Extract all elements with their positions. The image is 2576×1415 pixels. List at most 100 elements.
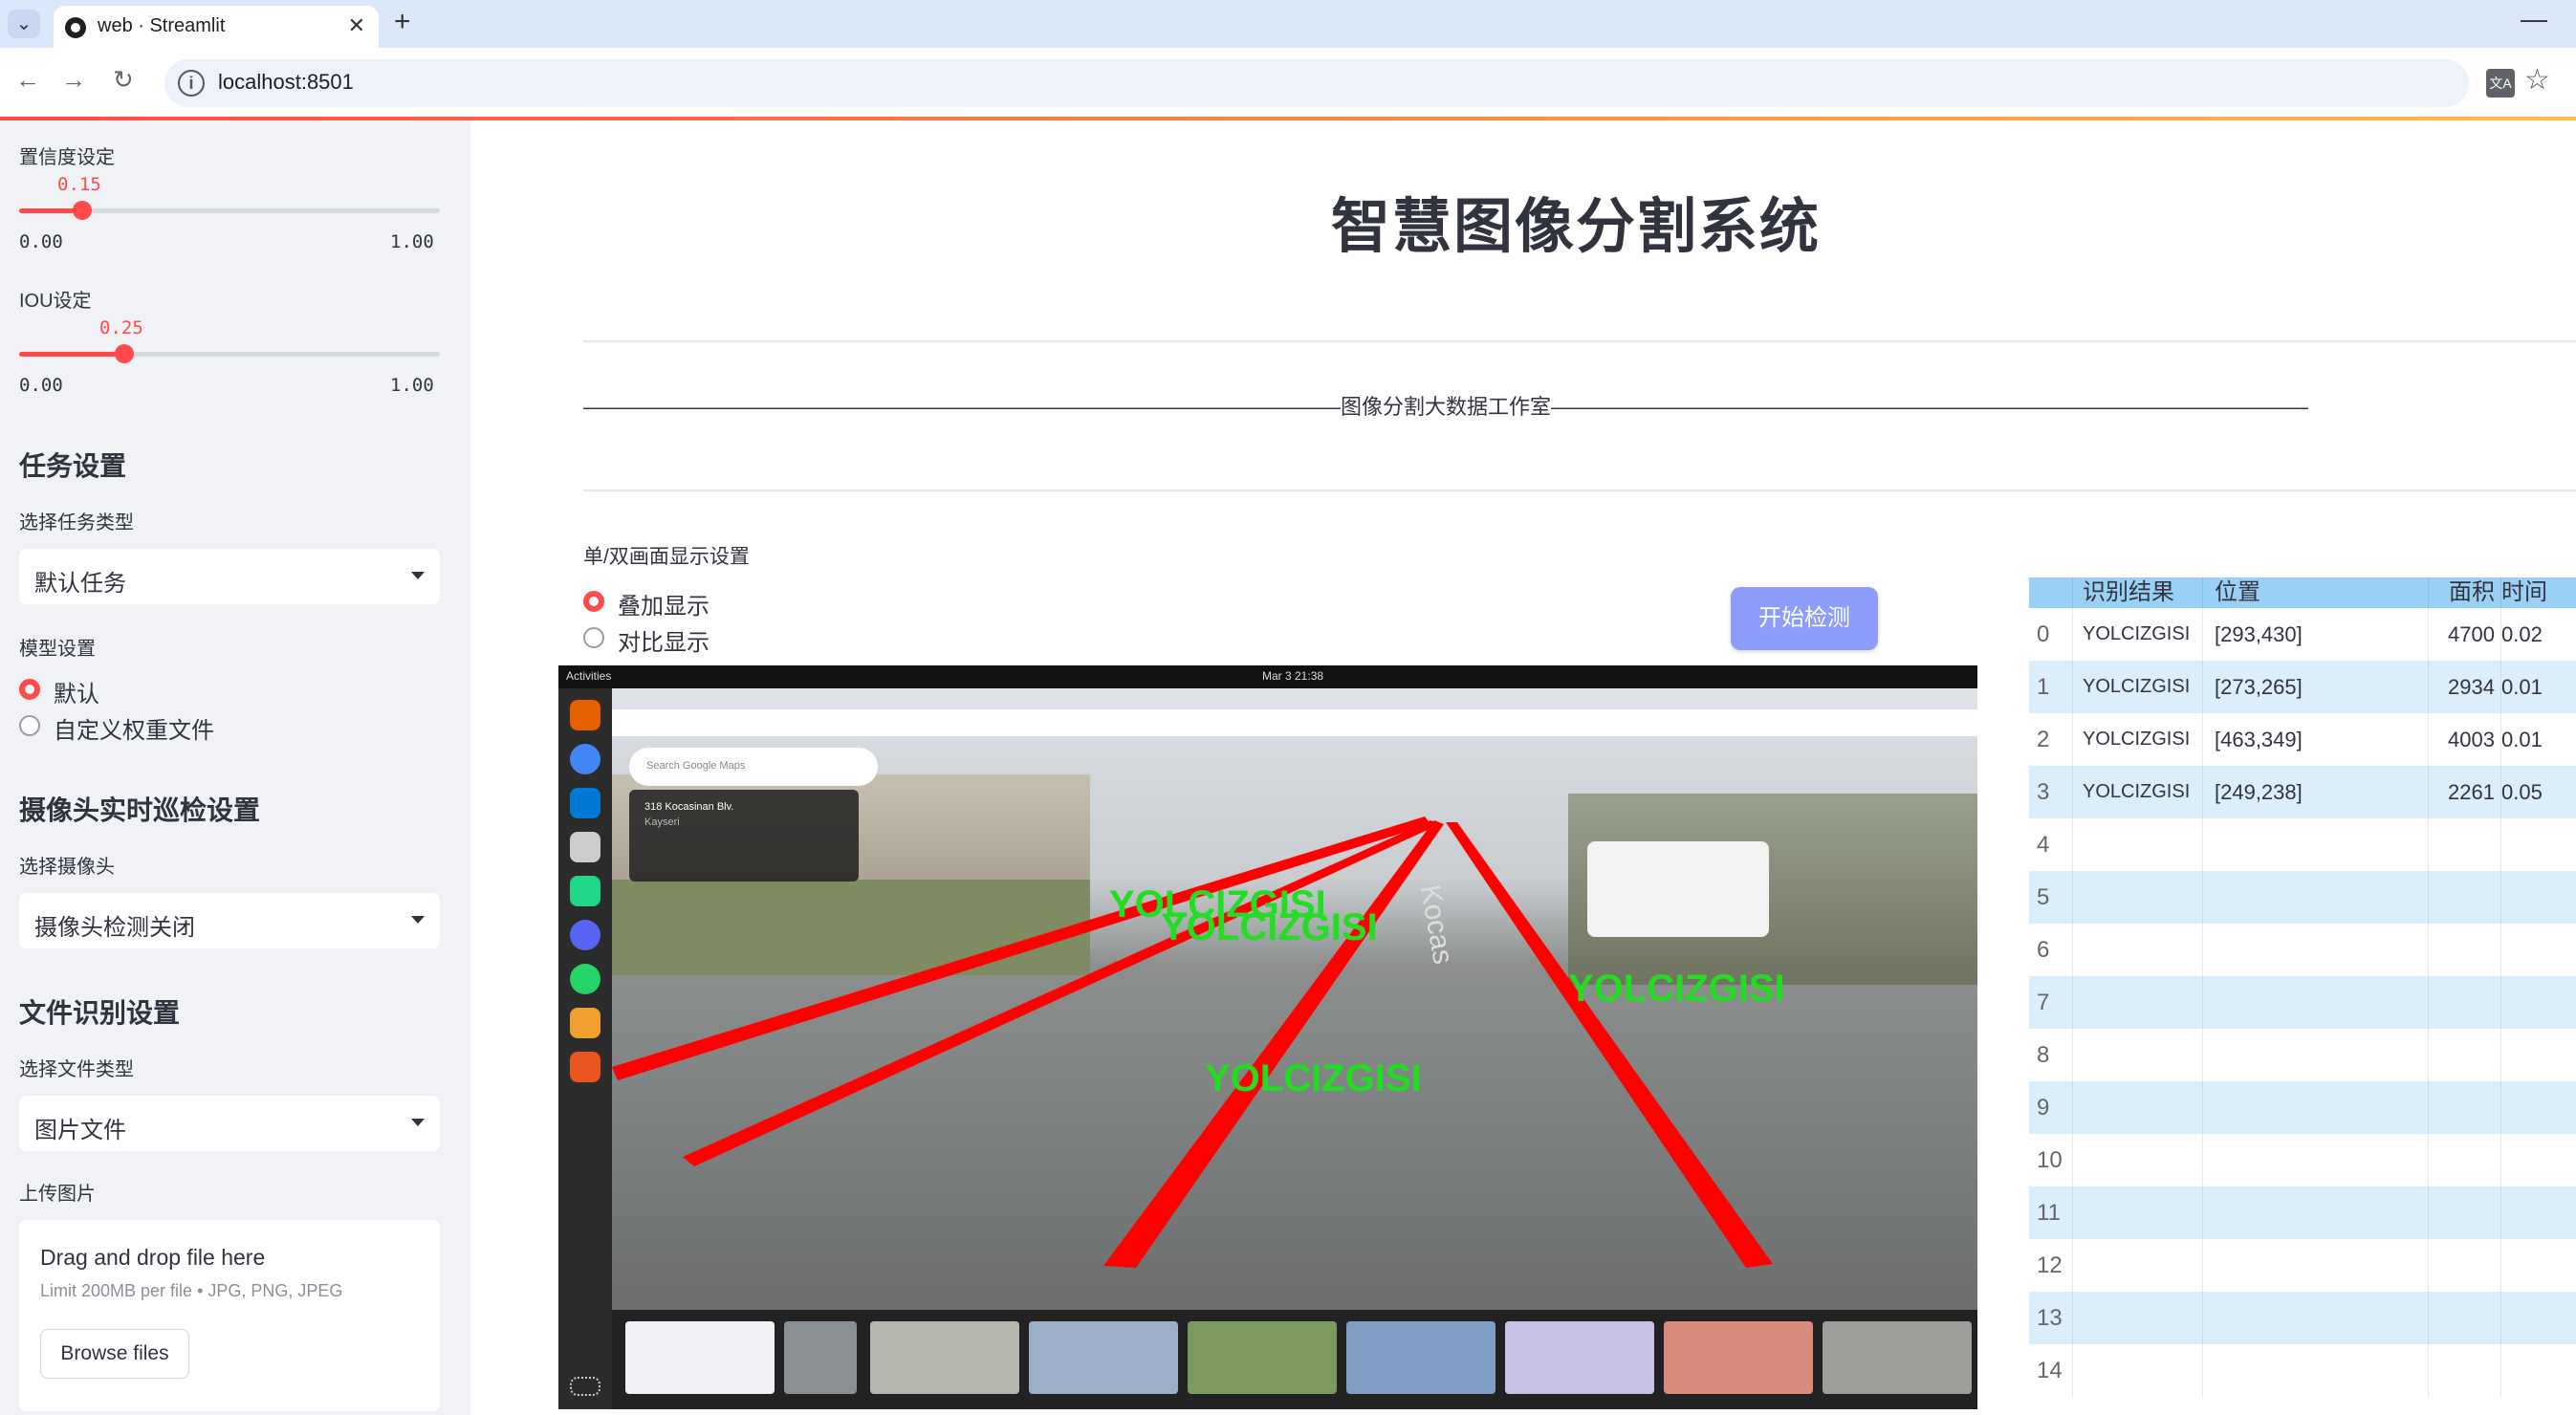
table-cell [2073,1239,2203,1292]
url-field[interactable]: i localhost:8501 [164,59,2469,107]
browser-tab[interactable]: web · Streamlit ✕ [54,6,379,48]
caret-down-icon [411,916,425,924]
table-row: 14 [2029,1344,2576,1397]
screenshot-tabbar [612,688,1977,709]
forward-arrow-icon[interactable]: → [61,65,86,95]
browse-files-button[interactable]: Browse files [40,1329,189,1379]
file-dropzone[interactable]: Drag and drop file here Limit 200MB per … [19,1220,440,1411]
file-type-select[interactable]: 图片文件 [19,1096,440,1151]
detection-label: YOLCIZGISI [1568,968,1785,1010]
table-row: 12 [2029,1239,2576,1292]
activities-label: Activities [566,669,612,683]
thumbnail [625,1321,775,1394]
table-row: 11 [2029,1186,2576,1239]
back-arrow-icon[interactable]: ← [15,65,40,95]
confidence-label: 置信度设定 [19,147,115,168]
table-cell [2429,1239,2501,1292]
table-cell [2073,1029,2203,1081]
reload-icon[interactable]: ↻ [113,65,134,95]
table-cell: [273,265] [2203,661,2429,713]
task-type-value: 默认任务 [34,571,126,597]
start-detection-button[interactable]: 开始检测 [1731,587,1878,650]
translate-icon[interactable]: 文A [2486,69,2515,98]
table-cell [2501,1239,2576,1292]
chrome-icon [570,744,600,774]
table-row: 13 [2029,1292,2576,1344]
table-cell: 0.02 [2501,608,2576,661]
divider [583,340,2576,342]
table-cell: 4 [2029,818,2073,871]
iou-slider-fill [19,352,124,357]
display-option-label: 对比显示 [618,630,709,656]
table-cell [2501,1292,2576,1344]
table-cell [2429,818,2501,871]
table-header-row: 识别结果 位置 面积 时间 [2029,577,2576,608]
table-header-cell: 时间 [2501,577,2576,608]
confidence-slider[interactable] [19,201,440,220]
browser-window: ⌄ web · Streamlit ✕ + — ← → ↻ i localhos… [0,0,2576,1415]
table-header-cell [2029,577,2073,608]
table-cell [2429,1081,2501,1134]
table-row: 1 YOLCIZGISI [273,265] 2934 0.01 [2029,661,2576,713]
thumbnail [1664,1321,1813,1394]
studio-banner: ————————————————————————————————————图像分割… [583,395,2309,419]
minimize-icon[interactable]: — [2521,4,2547,34]
table-cell: YOLCIZGISI [2073,608,2203,661]
thumbnail [1505,1321,1654,1394]
table-cell [2203,976,2429,1029]
lane-mask-4 [1446,822,1773,1268]
camera-select[interactable]: 摄像头检测关闭 [19,893,440,948]
page-title: 智慧图像分割系统 [1331,194,1822,260]
table-cell [2203,1081,2429,1134]
table-row: 7 [2029,976,2576,1029]
plus-icon[interactable]: + [394,6,411,38]
task-type-select[interactable]: 默认任务 [19,549,440,604]
iou-slider-thumb[interactable] [115,344,134,363]
table-cell: 8 [2029,1029,2073,1081]
table-cell: 9 [2029,1081,2073,1134]
table-cell [2501,924,2576,976]
os-clock: Mar 3 21:38 [1262,669,1324,683]
results-table[interactable]: 识别结果 位置 面积 时间 0 YOLCIZGISI [293,430] 4700 0.02 1 Y… [2029,577,2576,1409]
iou-slider[interactable] [19,344,440,363]
table-cell [2429,1029,2501,1081]
table-cell [2501,1081,2576,1134]
table-cell: 2261 [2429,766,2501,818]
table-cell: 2 [2029,713,2073,766]
table-row: 5 [2029,871,2576,924]
apps-grid-icon [570,1377,600,1396]
star-icon[interactable]: ☆ [2524,63,2550,97]
table-row: 10 [2029,1134,2576,1186]
iou-label: IOU设定 [19,291,92,312]
close-icon[interactable]: ✕ [348,13,365,38]
table-row: 0 YOLCIZGISI [293,430] 4700 0.02 [2029,608,2576,661]
camera-label: 选择摄像头 [19,857,115,878]
table-cell [2073,818,2203,871]
table-cell: 3 [2029,766,2073,818]
table-cell [2429,871,2501,924]
table-cell [2429,1292,2501,1344]
table-row: 4 [2029,818,2576,871]
model-option-label: 自定义权重文件 [54,718,214,744]
software-icon [570,1052,600,1082]
confidence-slider-thumb[interactable] [73,201,92,220]
firefox-icon [570,700,600,730]
table-cell [2073,1134,2203,1186]
detection-label: YOLCIZGISI [1205,1057,1422,1099]
table-cell [2501,976,2576,1029]
table-cell [2203,1344,2429,1397]
table-cell: YOLCIZGISI [2073,661,2203,713]
table-header-cell: 面积 [2429,577,2501,608]
table-cell [2073,924,2203,976]
chevron-down-icon[interactable]: ⌄ [8,10,40,38]
thumbnail [784,1321,857,1394]
info-icon[interactable]: i [178,70,205,97]
display-option-label: 叠加显示 [618,594,709,620]
display-mode-label: 单/双画面显示设置 [583,546,750,568]
model-settings-label: 模型设置 [19,639,96,660]
table-cell [2073,976,2203,1029]
table-cell: 0.01 [2501,661,2576,713]
divider [583,490,2576,491]
table-cell: 4700 [2429,608,2501,661]
table-cell: 2934 [2429,661,2501,713]
